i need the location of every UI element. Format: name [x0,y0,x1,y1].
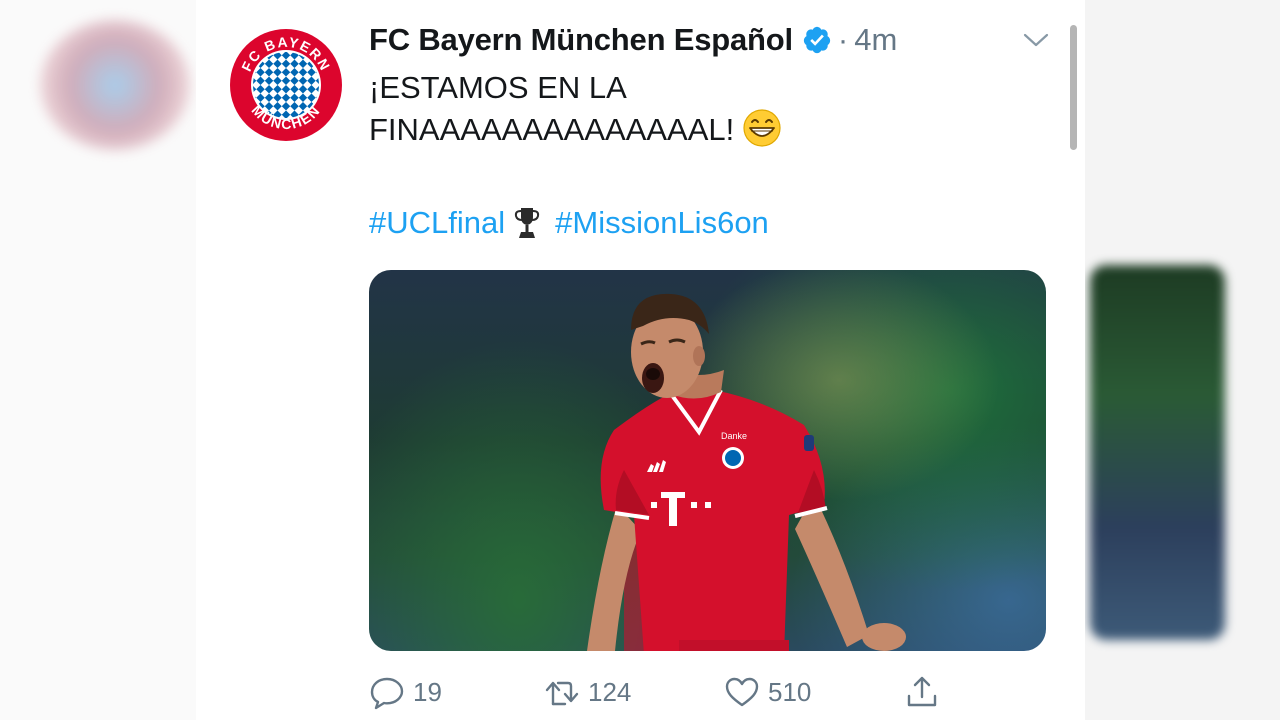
chevron-down-icon[interactable] [1022,30,1050,50]
tweet-text-line1: ¡ESTAMOS EN LA [369,70,627,105]
scrollbar[interactable] [1070,25,1077,150]
share-icon [907,676,937,707]
tweet-image[interactable]: Danke [369,270,1046,651]
hashtags: #UCLfinal #MissionLis6on [369,205,769,241]
tweet-text: ¡ESTAMOS EN LA FINAAAAAAAAAAAAAAL! [369,68,1019,150]
tweet-text-line2-wrap: FINAAAAAAAAAAAAAAL! [369,108,1019,150]
share-button[interactable] [904,668,948,716]
verified-badge-icon [803,26,831,54]
screen: FC BAYERN MÜNCHEN FC Bayern München Espa… [0,0,1280,720]
retweet-button[interactable]: 124 [544,668,631,716]
trophy-icon [514,208,540,238]
blurred-media [1090,265,1225,640]
blurred-logo [40,20,190,150]
retweet-icon [545,681,579,706]
separator-dot: · [837,22,849,57]
avatar[interactable]: FC BAYERN MÜNCHEN [226,25,346,145]
reply-count: 19 [413,676,442,707]
author-name[interactable]: FC Bayern München Español [369,22,793,58]
like-icon [725,677,759,707]
tweet-card[interactable]: FC BAYERN MÜNCHEN FC Bayern München Espa… [196,0,1085,720]
hashtag-ucl-final[interactable]: #UCLfinal [369,205,505,241]
tweet-header: FC Bayern München Español · 4m [369,18,897,62]
blurred-background-left [0,0,196,720]
player-photo: Danke [587,293,906,651]
tweet-timestamp[interactable]: 4m [854,22,897,58]
hashtag-mission-lisbon[interactable]: #MissionLis6on [555,205,769,241]
reply-icon [370,677,404,710]
grinning-emoji-icon [743,109,781,147]
like-button[interactable]: 510 [724,668,811,716]
like-count: 510 [768,676,812,707]
retweet-count: 124 [588,676,632,707]
tweet-text-line2: FINAAAAAAAAAAAAAAL! [369,112,735,147]
reply-button[interactable]: 19 [369,668,442,716]
tweet-actions: 19 124 510 [369,668,969,716]
jersey-text: Danke [721,431,747,441]
